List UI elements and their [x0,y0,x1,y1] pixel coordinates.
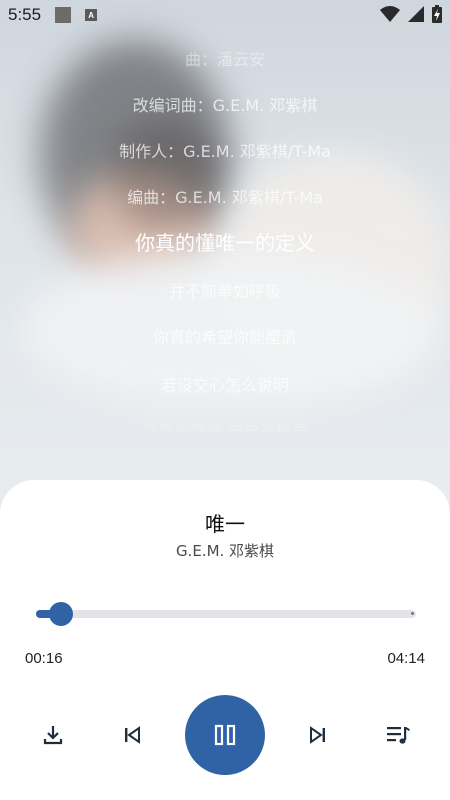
skip-previous-icon [125,726,140,744]
lyric-line[interactable]: 并不简单如呼吸 [0,278,450,302]
pause-icon [214,724,236,746]
seek-bar[interactable] [36,610,416,618]
lyric-line[interactable]: 改编词曲：G.E.M. 邓紫棋 [0,92,450,116]
lyric-line[interactable]: 编曲：G.E.M. 邓紫棋/T-Ma [0,184,450,208]
app-notification-icon [55,7,72,23]
lyrics-view[interactable]: 曲：潘云安 改编词曲：G.E.M. 邓紫棋 制作人：G.E.M. 邓紫棋/T-M… [0,40,450,432]
status-bar: 5:55 A [0,0,450,30]
lyric-line[interactable]: 我真的爱你 句句不轻易 [0,418,450,432]
wifi-icon [380,6,400,22]
status-time: 5:55 [8,5,42,24]
playlist-icon [387,727,410,744]
lyric-line[interactable]: 曲：潘云安 [0,46,450,70]
download-button[interactable] [38,720,68,750]
next-button[interactable] [303,720,333,750]
playlist-button[interactable] [383,720,413,750]
play-pause-button[interactable] [185,695,265,775]
lyric-line-current[interactable]: 你真的懂唯一的定义 [0,227,450,256]
download-icon [43,726,63,745]
notification-badge-icon: A [85,9,98,21]
elapsed-time: 00:16 [25,650,63,667]
lyric-line[interactable]: 若没交心怎么说明 [0,372,450,396]
seek-bar-end-dot [411,612,414,615]
total-duration: 04:14 [387,650,425,667]
lyric-line[interactable]: 你真的希望你能厘清 [0,324,450,348]
cell-signal-icon [408,6,424,22]
battery-icon [432,5,442,23]
song-title: 唯一 [205,512,245,536]
lyric-line[interactable]: 制作人：G.E.M. 邓紫棋/T-Ma [0,138,450,162]
song-artist: G.E.M. 邓紫棋 [175,542,275,560]
previous-button[interactable] [117,720,147,750]
skip-next-icon [310,726,325,744]
